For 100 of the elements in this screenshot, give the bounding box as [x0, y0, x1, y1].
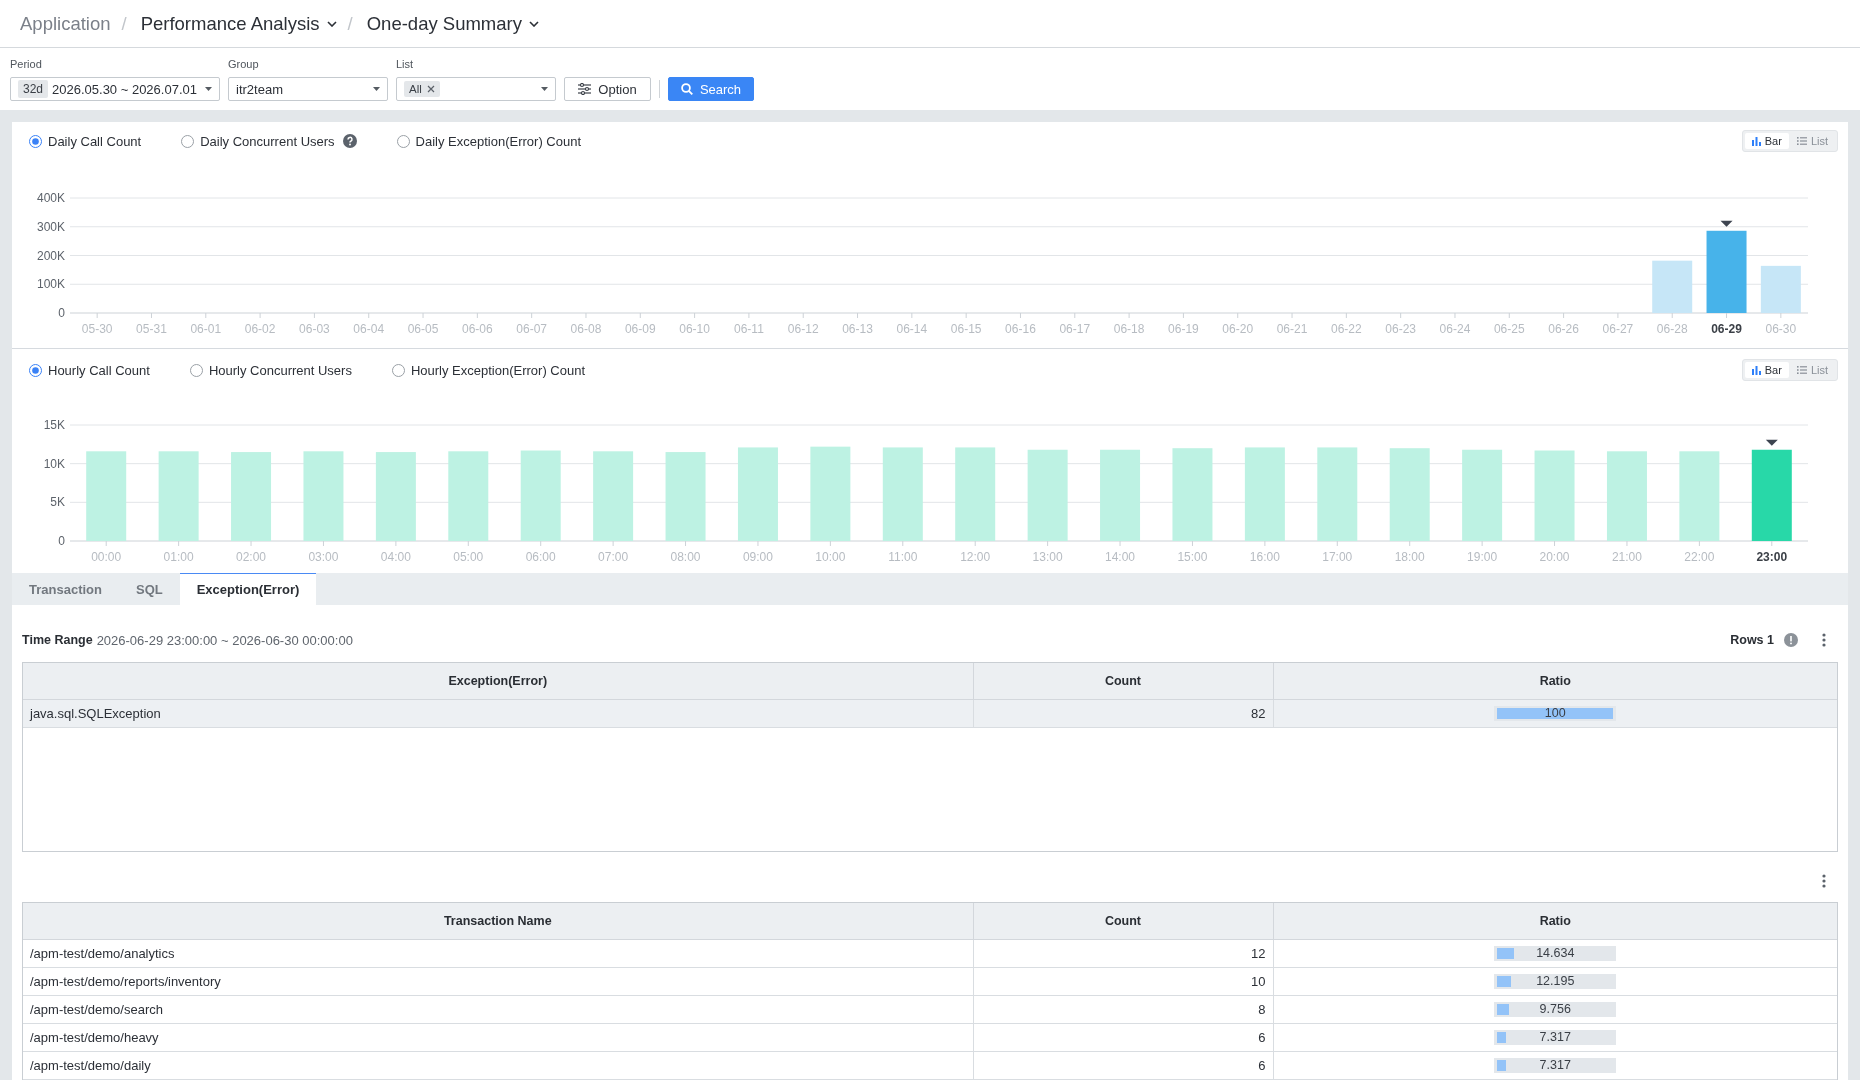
bar[interactable] [882, 447, 923, 541]
bar[interactable] [1706, 230, 1747, 313]
radio-option[interactable]: Daily Call Count [29, 133, 142, 149]
x-axis-label: 08:00 [670, 550, 701, 564]
tab[interactable]: Exception(Error) [179, 573, 317, 605]
x-axis-label: 23:00 [1756, 550, 1788, 564]
bar[interactable] [1462, 449, 1503, 541]
list-icon [1796, 137, 1807, 145]
bar[interactable] [303, 451, 344, 541]
bar[interactable] [1172, 448, 1213, 541]
y-axis-label: 200K [36, 248, 65, 263]
x-axis-label: 06-09 [624, 322, 656, 336]
table-row[interactable]: java.sql.SQLException 82 100 [23, 699, 1837, 728]
caret-icon [205, 87, 212, 91]
bar[interactable] [448, 451, 489, 541]
bar[interactable] [593, 451, 634, 541]
breadcrumb-separator: / [121, 12, 127, 35]
bar[interactable] [1317, 447, 1358, 541]
bar[interactable] [520, 450, 561, 541]
x-axis-label: 06-23 [1385, 322, 1416, 336]
tab[interactable]: SQL [118, 573, 180, 605]
x-axis-label: 06-03 [299, 322, 330, 336]
table-row[interactable]: /apm-test/demo/search 8 9.756 [23, 995, 1837, 1024]
help-icon[interactable] [342, 134, 357, 148]
ratio-value: 100 [1544, 708, 1566, 719]
bar[interactable] [810, 446, 851, 541]
x-axis-label: 06-22 [1331, 322, 1362, 336]
table-row[interactable]: /apm-test/demo/analytics 12 14.634 [23, 939, 1837, 968]
bar[interactable] [1751, 449, 1792, 541]
bar[interactable] [1027, 449, 1068, 541]
tab[interactable]: Transaction [12, 573, 119, 605]
search-button[interactable]: Search [668, 77, 754, 101]
breadcrumb-item[interactable]: One-day Summary [366, 12, 539, 35]
bar-chart-icon [1751, 365, 1761, 375]
table-cell: /apm-test/demo/reports/inventory [23, 967, 973, 996]
period-select[interactable]: 32d 2026.05.30 ~ 2026.07.01 [10, 77, 220, 101]
bar[interactable] [1100, 449, 1141, 541]
bar[interactable] [1679, 451, 1720, 541]
bar[interactable] [1652, 260, 1693, 313]
x-axis-label: 07:00 [598, 550, 629, 564]
table-row[interactable]: /apm-test/demo/heavy 6 7.317 [23, 1023, 1837, 1052]
x-axis-label: 16:00 [1249, 550, 1280, 564]
radio-option[interactable]: Daily Exception(Error) Count [396, 133, 582, 149]
list-select[interactable]: All [396, 77, 556, 101]
column-header[interactable]: Exception(Error) [23, 663, 973, 700]
selection-marker [1720, 220, 1733, 227]
remove-icon[interactable] [426, 85, 435, 93]
column-header[interactable]: Count [973, 903, 1273, 940]
table-row[interactable]: /apm-test/demo/reports/inventory 10 12.195 [23, 967, 1837, 996]
column-header[interactable]: Ratio [1273, 663, 1837, 700]
group-select[interactable]: itr2team [228, 77, 388, 101]
column-header[interactable]: Transaction Name [23, 903, 973, 940]
x-axis-label: 05:00 [453, 550, 484, 564]
bar[interactable] [1389, 448, 1430, 541]
bar[interactable] [1534, 450, 1575, 541]
info-icon[interactable] [1784, 633, 1798, 647]
x-axis-label: 06-13 [842, 322, 873, 336]
bar[interactable] [158, 451, 199, 541]
table-cell: 8 [973, 995, 1273, 1024]
table-cell: 6 [973, 1051, 1273, 1080]
bar[interactable] [737, 447, 778, 541]
breadcrumb-item[interactable]: Performance Analysis [140, 12, 337, 35]
x-axis-label: 15:00 [1177, 550, 1208, 564]
x-axis-label: 06-29 [1711, 322, 1742, 336]
search-icon [680, 83, 693, 95]
x-axis-label: 02:00 [236, 550, 267, 564]
x-axis-label: 06-07 [516, 322, 547, 336]
x-axis-label: 06-17 [1059, 322, 1091, 336]
table-row[interactable]: /apm-test/demo/daily 6 7.317 [23, 1051, 1837, 1080]
x-axis-label: 10:00 [815, 550, 846, 564]
view-button[interactable]: Bar [1744, 362, 1789, 378]
period-badge: 32d [18, 80, 49, 98]
radio-option[interactable]: Hourly Call Count [29, 362, 150, 378]
bar[interactable] [86, 451, 127, 541]
bar[interactable] [1606, 451, 1647, 541]
more-icon[interactable] [1822, 874, 1826, 888]
y-axis-label: 100K [36, 277, 65, 292]
x-axis-label: 21:00 [1611, 550, 1642, 564]
bar[interactable] [231, 452, 272, 541]
x-axis-label: 04:00 [380, 550, 411, 564]
bar[interactable] [375, 452, 416, 541]
row-count: Rows 1 [1730, 633, 1774, 647]
bar[interactable] [1760, 265, 1801, 313]
table-cell: java.sql.SQLException [23, 699, 973, 728]
bar[interactable] [665, 452, 706, 541]
option-button[interactable]: Option [564, 77, 651, 101]
radio-option[interactable]: Hourly Exception(Error) Count [391, 362, 586, 378]
breadcrumb-item[interactable]: Application [20, 12, 111, 35]
x-axis-label: 05-31 [136, 322, 167, 336]
x-axis-label: 11:00 [888, 550, 918, 564]
table-cell: 12 [973, 939, 1273, 968]
x-axis-label: 06-20 [1222, 322, 1254, 336]
radio-option[interactable]: Hourly Concurrent Users [189, 362, 352, 378]
more-icon[interactable] [1822, 633, 1826, 647]
column-header[interactable]: Ratio [1273, 903, 1837, 940]
view-button[interactable]: Bar [1744, 133, 1789, 149]
bar[interactable] [955, 447, 996, 541]
radio-option[interactable]: Daily Concurrent Users [181, 133, 335, 149]
column-header[interactable]: Count [973, 663, 1273, 700]
bar[interactable] [1244, 447, 1285, 541]
